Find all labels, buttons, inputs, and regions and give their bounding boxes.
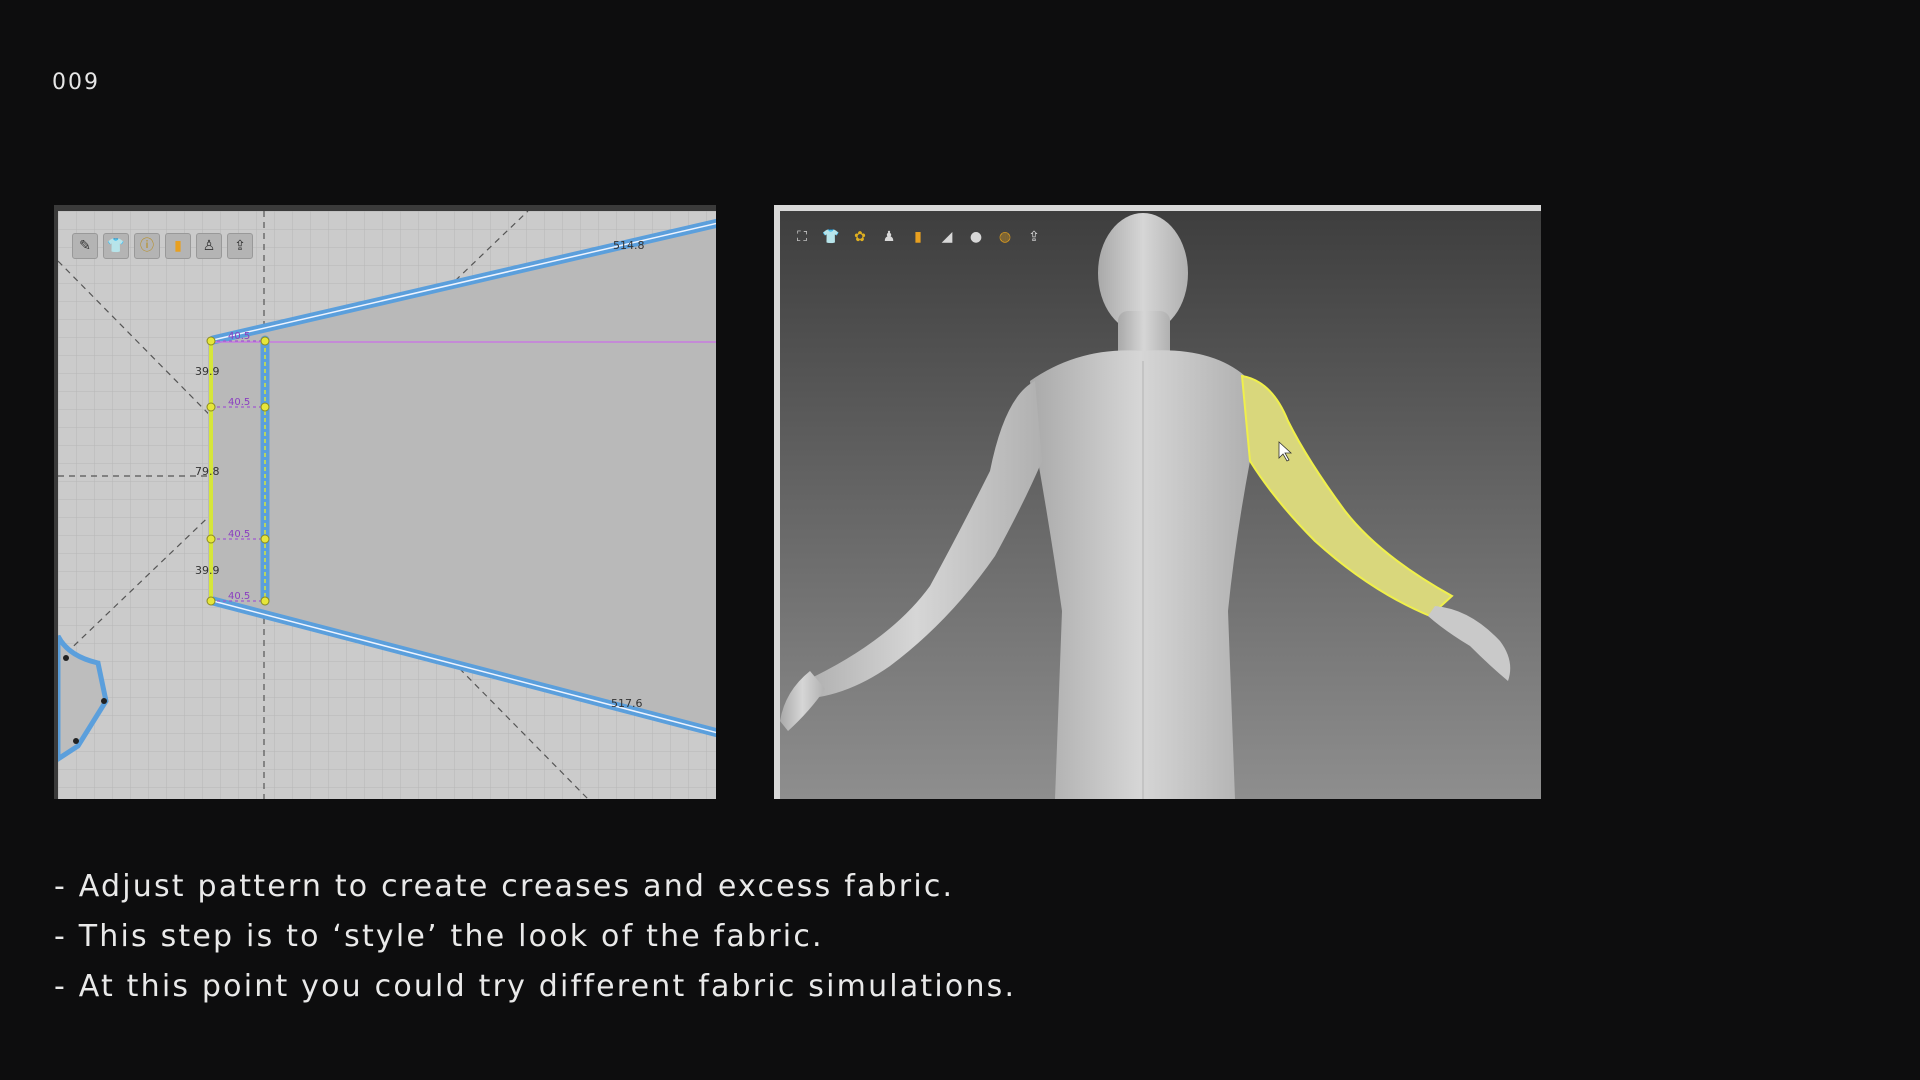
pen-icon[interactable]: ✎ [72,233,98,259]
pattern-editor-screenshot: 514.8 517.6 39.9 79.8 39.9 40.5 40.5 40.… [54,205,716,799]
globe-icon[interactable]: ◍ [993,225,1017,249]
head-icon[interactable]: ● [964,225,988,249]
pin-icon[interactable]: ◢ [935,225,959,249]
bottom-edge-length: 517.6 [611,697,643,710]
fabric-icon[interactable]: ▮ [906,225,930,249]
fabric-icon[interactable]: ▮ [165,233,191,259]
export-icon[interactable]: ⇪ [227,233,253,259]
texture-icon[interactable]: ✿ [848,225,872,249]
notch-label: 40.5 [228,591,250,602]
slide-number: 009 [52,70,100,95]
upper-side-length: 39.9 [195,365,220,378]
lower-side-length: 39.9 [195,564,220,577]
simulate-icon[interactable]: ⛶ [790,225,814,249]
export-icon[interactable]: ⇪ [1022,225,1046,249]
notch-label: 40.5 [228,529,250,540]
top-edge-length: 514.8 [613,239,645,252]
shirt-icon[interactable]: 👕 [819,225,843,249]
avatar-icon[interactable]: ♟ [877,225,901,249]
note-item: - Adjust pattern to create creases and e… [54,869,955,904]
garment-icon[interactable]: ♙ [196,233,222,259]
notch-label: 40.5 [228,331,250,342]
shirt-icon[interactable]: 👕 [103,233,129,259]
info-icon[interactable]: ⓘ [134,233,160,259]
pattern-toolbar: ✎ 👕 ⓘ ▮ ♙ ⇪ [72,233,253,259]
mid-side-length: 79.8 [195,465,220,478]
pattern-canvas[interactable]: 514.8 517.6 39.9 79.8 39.9 40.5 40.5 40.… [58,211,716,799]
note-item: - This step is to ‘style’ the look of th… [54,919,824,954]
notes-list: - Adjust pattern to create creases and e… [54,862,1016,1012]
3d-view-screenshot: ⛶ 👕 ✿ ♟ ▮ ◢ ● ◍ ⇪ [774,205,1541,799]
3d-toolbar: ⛶ 👕 ✿ ♟ ▮ ◢ ● ◍ ⇪ [790,225,1046,249]
notch-label: 40.5 [228,397,250,408]
3d-viewport[interactable] [780,211,1541,799]
note-item: - At this point you could try different … [54,969,1017,1004]
